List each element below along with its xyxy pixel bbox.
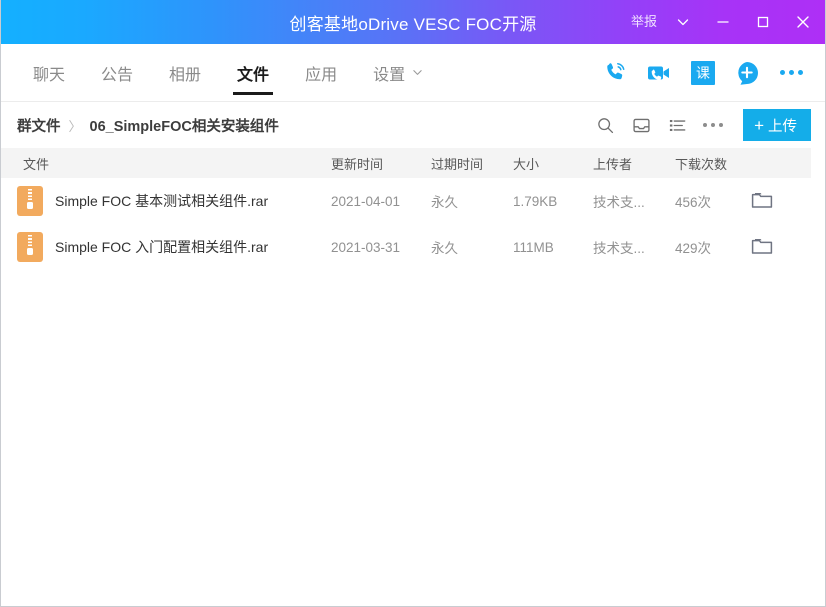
search-icon[interactable]: [587, 109, 623, 141]
tab-label: 应用: [305, 66, 338, 84]
rar-file-icon: [17, 186, 43, 216]
column-header-uploader[interactable]: 上传者: [593, 154, 675, 173]
class-icon-label: 课: [691, 60, 715, 85]
column-header-file: 文件: [23, 156, 50, 172]
file-modified: 2021-03-31: [331, 239, 401, 255]
file-uploader: 技术支...: [593, 195, 645, 210]
file-uploader: 技术支...: [593, 241, 645, 256]
class-icon[interactable]: 课: [689, 59, 717, 87]
rar-file-icon: [17, 232, 43, 262]
folder-icon[interactable]: [751, 190, 773, 213]
file-expire: 永久: [431, 241, 458, 256]
tab-label: 文件: [237, 66, 270, 84]
list-view-icon[interactable]: [659, 109, 695, 141]
breadcrumb-root[interactable]: 群文件: [17, 115, 61, 136]
maximize-icon[interactable]: [743, 0, 783, 44]
file-cell: Simple FOC 入门配置相关组件.rar: [1, 232, 331, 262]
tab-announcement[interactable]: 公告: [83, 44, 151, 102]
nav-tabs: 聊天 公告 相册 文件 应用 设置: [15, 44, 441, 102]
table-row[interactable]: Simple FOC 入门配置相关组件.rar 2021-03-31 永久 11…: [1, 224, 811, 270]
row-actions: [751, 236, 811, 259]
file-modified: 2021-04-01: [331, 193, 401, 209]
column-header-modified[interactable]: 更新时间: [331, 154, 431, 173]
tab-label: 公告: [101, 66, 134, 84]
column-header-expire[interactable]: 过期时间: [431, 154, 513, 173]
file-downloads: 429次: [675, 241, 712, 256]
row-actions: [751, 190, 811, 213]
more-dots: [779, 70, 803, 75]
file-table: 文件 更新时间 过期时间 大小 上传者 下载次数 Simple FOC 基本测试…: [1, 148, 811, 270]
file-expire: 永久: [431, 195, 458, 210]
add-member-icon[interactable]: [733, 59, 761, 87]
upload-button-label: 上传: [768, 118, 797, 135]
more-icon[interactable]: [695, 109, 731, 141]
video-call-icon[interactable]: [645, 59, 673, 87]
file-size: 1.79KB: [513, 193, 558, 209]
minimize-icon[interactable]: [703, 0, 743, 44]
file-toolbar: + 上传: [587, 109, 811, 141]
breadcrumb: 群文件 〉 06_SimpleFOC相关安装组件: [17, 115, 279, 136]
tab-apps[interactable]: 应用: [287, 44, 355, 102]
title-bar-controls: 举报: [625, 0, 825, 44]
group-file-window: 创客基地oDrive VESC FOC开源 举报 聊天 公告 相册 文件 应用: [0, 0, 826, 607]
chevron-down-icon[interactable]: [663, 0, 703, 44]
more-dots: [703, 123, 724, 127]
breadcrumb-separator: 〉: [68, 118, 82, 134]
more-icon[interactable]: [777, 59, 805, 87]
chevron-down-icon: [412, 67, 423, 78]
file-size: 111MB: [513, 239, 554, 255]
file-name[interactable]: Simple FOC 入门配置相关组件.rar: [55, 237, 268, 257]
title-bar: 创客基地oDrive VESC FOC开源 举报: [1, 0, 825, 44]
breadcrumb-current[interactable]: 06_SimpleFOC相关安装组件: [90, 115, 279, 136]
tab-settings[interactable]: 设置: [355, 44, 441, 102]
column-header-size[interactable]: 大小: [513, 154, 593, 173]
nav-actions: 课: [601, 59, 811, 87]
tab-files[interactable]: 文件: [219, 44, 287, 102]
tab-chat[interactable]: 聊天: [15, 44, 83, 102]
column-header-downloads[interactable]: 下载次数: [675, 154, 751, 173]
tab-label: 设置: [373, 66, 406, 84]
folder-icon[interactable]: [751, 236, 773, 259]
table-row[interactable]: Simple FOC 基本测试相关组件.rar 2021-04-01 永久 1.…: [1, 178, 811, 224]
report-button[interactable]: 举报: [625, 0, 663, 44]
plus-icon: +: [754, 115, 764, 135]
close-icon[interactable]: [783, 0, 823, 44]
file-name[interactable]: Simple FOC 基本测试相关组件.rar: [55, 191, 268, 211]
file-downloads: 456次: [675, 195, 712, 210]
file-list: 文件 更新时间 过期时间 大小 上传者 下载次数 Simple FOC 基本测试…: [1, 148, 825, 606]
file-cell: Simple FOC 基本测试相关组件.rar: [1, 186, 331, 216]
table-header-row: 文件 更新时间 过期时间 大小 上传者 下载次数: [1, 148, 811, 178]
tab-label: 相册: [169, 66, 202, 84]
tab-label: 聊天: [33, 66, 66, 84]
upload-button[interactable]: + 上传: [743, 109, 811, 141]
voice-call-icon[interactable]: [601, 59, 629, 87]
breadcrumb-toolbar: 群文件 〉 06_SimpleFOC相关安装组件 + 上传: [1, 102, 825, 148]
group-nav-bar: 聊天 公告 相册 文件 应用 设置 课: [1, 44, 825, 102]
tab-album[interactable]: 相册: [151, 44, 219, 102]
inbox-icon[interactable]: [623, 109, 659, 141]
